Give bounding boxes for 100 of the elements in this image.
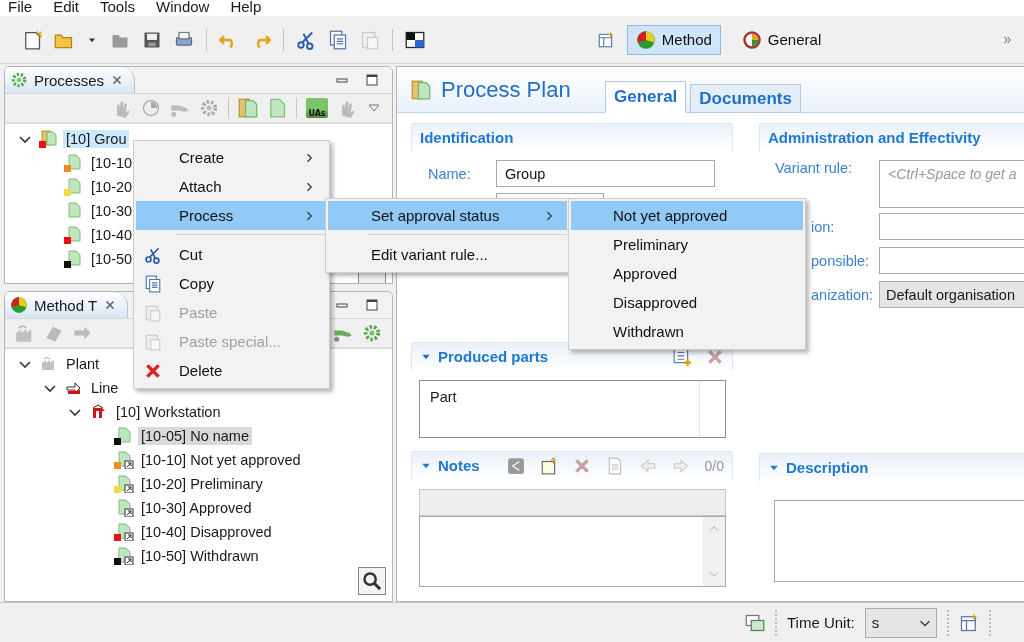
menu-item[interactable]: Edit variant rule... (328, 240, 567, 269)
paste-icon[interactable] (360, 29, 380, 50)
section-title: Administration and Effectivity (768, 129, 981, 146)
group-icon (411, 80, 431, 100)
document-icon (64, 250, 84, 268)
panel-tab[interactable]: Method T (5, 292, 129, 319)
menu-item[interactable]: Withdrawn (571, 317, 803, 346)
menu-title[interactable]: Tools (100, 0, 136, 16)
maximize-icon[interactable] (364, 72, 380, 88)
document-link-icon (114, 475, 134, 494)
paste-icon (144, 333, 162, 351)
perspective-button[interactable]: Method (626, 24, 721, 55)
new-window-icon[interactable] (958, 612, 979, 633)
copy-icon[interactable] (328, 29, 348, 50)
new-note-icon[interactable] (539, 456, 558, 475)
tree-item[interactable]: [10-10] Not yet approved (138, 451, 304, 470)
pie-chart-icon (741, 29, 762, 50)
group-icon[interactable] (238, 98, 258, 118)
variant-rule-field[interactable]: <Ctrl+Space to get a (879, 160, 1024, 208)
name-field[interactable]: Group (496, 160, 715, 187)
pie-chart-icon (10, 296, 28, 315)
organization-combo[interactable]: Default organisation (879, 281, 1024, 308)
menu-title[interactable]: File (8, 0, 33, 16)
menu-item[interactable]: Not yet approved (571, 201, 803, 230)
menu-title[interactable]: Edit (53, 0, 80, 16)
delete-icon[interactable] (706, 347, 724, 366)
scrollbar[interactable] (703, 517, 725, 586)
menu-title[interactable]: Window (156, 0, 210, 16)
search-button[interactable] (358, 567, 386, 595)
list-item[interactable]: Part (420, 381, 699, 437)
windows-icon[interactable] (745, 612, 765, 633)
tree-item[interactable]: [10-30 (88, 202, 136, 220)
tree-item[interactable]: [10-40 (88, 226, 136, 244)
document-icon (64, 178, 84, 196)
perspective-button[interactable]: General (732, 24, 831, 55)
menu-item[interactable]: Preliminary (571, 230, 803, 259)
section-title: Notes (438, 457, 480, 474)
uas-button[interactable]: UAs (306, 98, 328, 118)
field-label: ion: (810, 218, 836, 235)
tree-item[interactable]: Line (88, 379, 122, 398)
open-perspective-icon[interactable] (596, 30, 615, 49)
layout-icon[interactable] (405, 29, 425, 50)
maximize-icon[interactable] (364, 297, 380, 314)
gear-icon[interactable] (199, 98, 219, 118)
new-file-icon[interactable] (22, 29, 42, 50)
notes-area[interactable] (419, 516, 726, 587)
document-icon[interactable] (267, 98, 287, 118)
gear-icon[interactable] (362, 323, 382, 344)
arrow-left-icon[interactable] (638, 456, 657, 475)
menu-item[interactable]: Delete (136, 356, 327, 385)
paste-icon (144, 304, 162, 322)
text-field[interactable] (879, 213, 1024, 240)
note-counter: 0/0 (704, 457, 724, 474)
scissors-icon[interactable] (296, 29, 316, 50)
section-title: Produced parts (438, 348, 549, 365)
panel-tab[interactable]: Processes (5, 67, 136, 93)
arrow-right-icon[interactable] (671, 456, 690, 475)
menu-item[interactable]: Copy (136, 269, 327, 298)
search-icon (362, 571, 382, 591)
menu-title[interactable]: Help (230, 0, 262, 16)
menu-item[interactable]: Set approval status (328, 201, 567, 230)
field-label: ponsible: (810, 252, 871, 269)
document-icon (64, 226, 84, 244)
document-icon (64, 154, 84, 172)
text-field[interactable] (879, 247, 1024, 274)
tree-item[interactable]: [10-50 (88, 250, 136, 268)
menu-item[interactable]: Cut (136, 240, 327, 269)
menu-item[interactable]: Create (136, 143, 327, 172)
tree-item[interactable]: [10-05] No name (138, 427, 252, 446)
tree-item[interactable]: [10-40] Disapproved (138, 523, 275, 542)
time-unit-combo[interactable]: s (864, 607, 937, 638)
document-icon (114, 427, 134, 446)
tree-item[interactable]: [10-10 (88, 154, 136, 172)
delete-icon (144, 362, 162, 380)
tree-item[interactable]: [10-20 (88, 178, 136, 196)
menu-item[interactable]: Attach (136, 172, 327, 201)
field-label: Variant rule: (775, 160, 854, 176)
tree-item[interactable]: [10-20] Preliminary (138, 475, 266, 494)
menu-item[interactable]: Process (136, 201, 327, 230)
delete-icon[interactable] (572, 456, 591, 475)
tree-item[interactable]: [10] Grou (63, 130, 130, 148)
menu-item[interactable]: Approved (571, 259, 803, 288)
clock-icon[interactable] (141, 98, 161, 118)
description-field[interactable] (774, 500, 1024, 582)
time-unit-label: Time Unit: (787, 614, 855, 631)
tree-item[interactable]: [10-30] Approved (138, 499, 255, 518)
group-icon (39, 130, 59, 148)
scissors-icon (144, 246, 162, 264)
share-icon[interactable] (506, 456, 525, 475)
tree-item[interactable]: [10] Workstation (113, 403, 224, 422)
menu-item[interactable]: Disapproved (571, 288, 803, 317)
editor-title: Process Plan (441, 77, 571, 103)
tab[interactable]: Documents (690, 84, 801, 113)
tree-item[interactable]: [10-50] Withdrawn (138, 547, 262, 566)
section-title: Description (786, 459, 869, 476)
tree-item[interactable]: Plant (63, 355, 103, 374)
pie-chart-icon (635, 29, 656, 50)
tab[interactable]: General (605, 81, 687, 113)
section-title: Identification (420, 129, 514, 146)
field-label: Name: (428, 165, 472, 182)
